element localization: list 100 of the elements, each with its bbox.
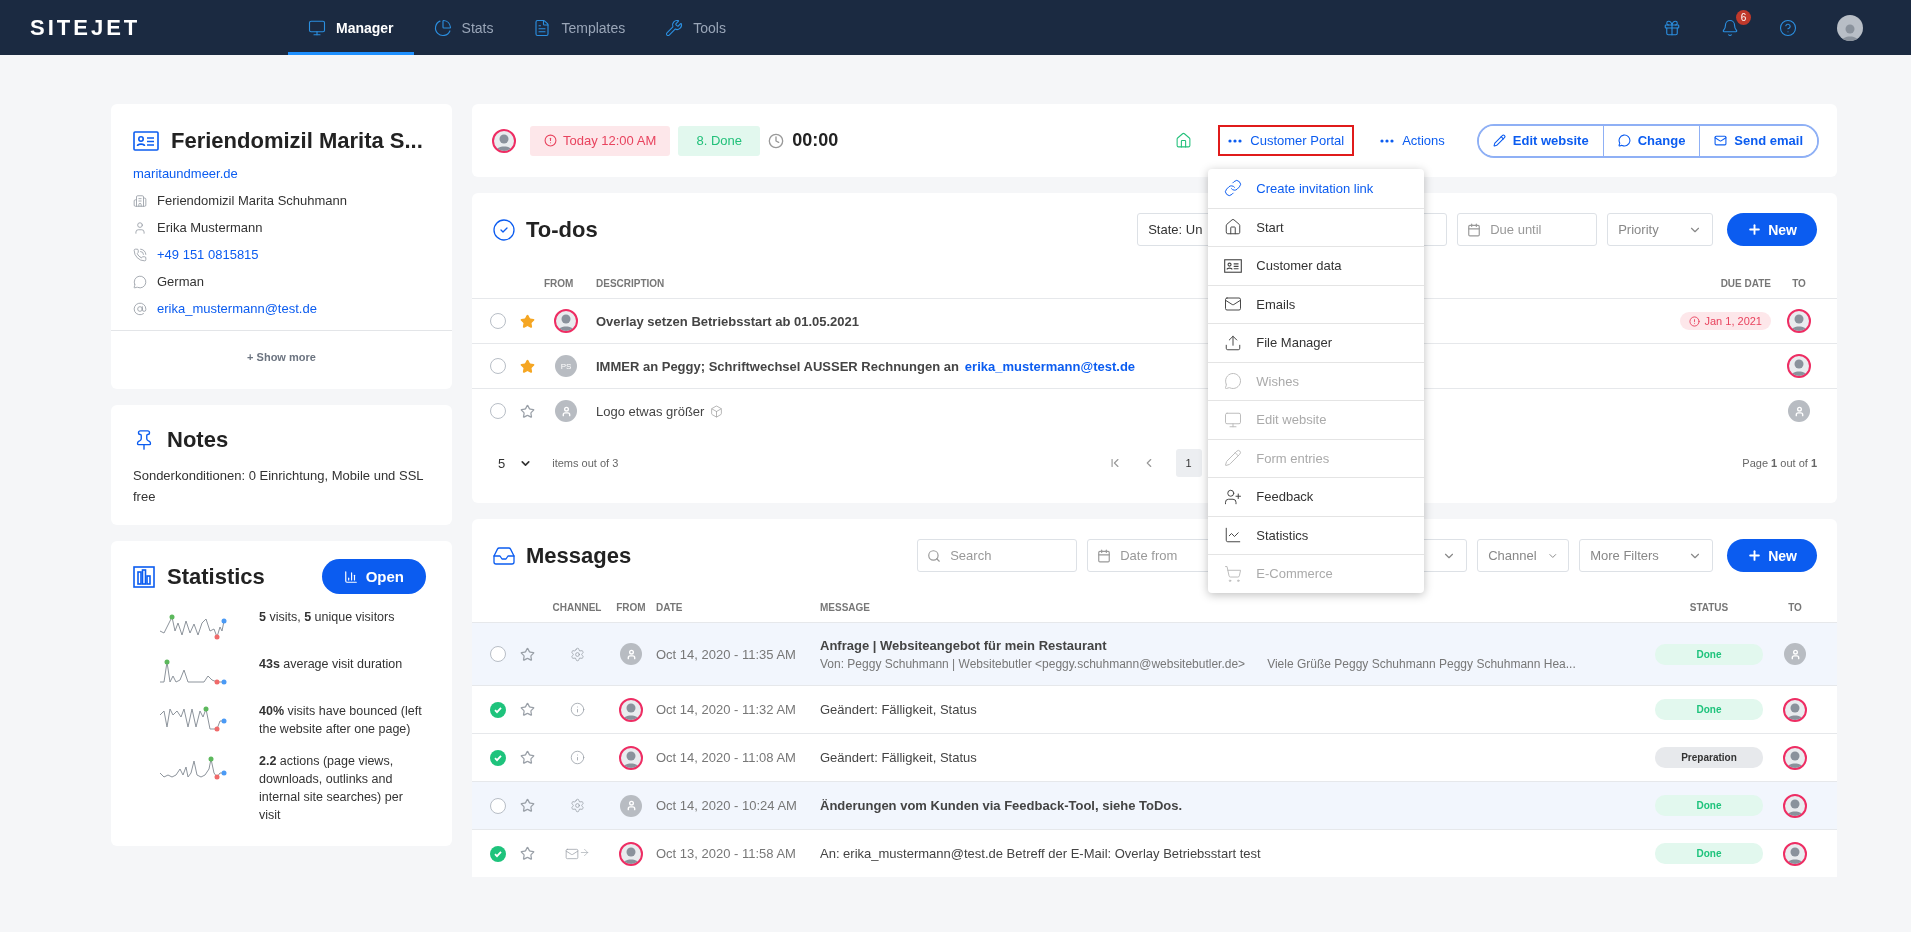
status-badge: Done bbox=[1655, 843, 1763, 864]
dots-icon bbox=[1380, 138, 1395, 143]
nav-tab[interactable]: Manager bbox=[288, 0, 414, 55]
message-subject: An: erika_mustermann@test.de Betreff der E-Mail: Overlay Betriebsstart test bbox=[820, 846, 1262, 861]
brand-logo[interactable]: SITEJET bbox=[30, 14, 288, 41]
new-message-button[interactable]: New bbox=[1727, 539, 1817, 572]
more-filters-select[interactable]: More Filters bbox=[1579, 539, 1714, 572]
page-size-select[interactable]: 5 bbox=[492, 454, 539, 472]
nav-tab[interactable]: Templates bbox=[513, 0, 646, 55]
column-header: TO bbox=[1792, 277, 1806, 289]
done-checkbox[interactable] bbox=[490, 313, 506, 329]
checkmark-icon bbox=[493, 704, 503, 715]
done-checkbox[interactable] bbox=[490, 749, 506, 766]
channel-select[interactable]: Channel bbox=[1477, 539, 1570, 572]
message-row[interactable]: Oct 14, 2020 - 10:24 AM Änderungen vom Kunden via Feedback-Tool, siehe ToDos. Done bbox=[472, 781, 1837, 829]
done-checkbox[interactable] bbox=[490, 403, 506, 419]
bar-chart-icon bbox=[133, 565, 155, 588]
id-card-icon bbox=[1224, 258, 1243, 273]
website-action-button[interactable]: Send email bbox=[1699, 125, 1817, 156]
user-avatar bbox=[492, 128, 516, 153]
star-icon[interactable] bbox=[520, 358, 535, 374]
column-header: FROM bbox=[616, 601, 646, 613]
notification-bell-icon[interactable] bbox=[1721, 18, 1739, 37]
todos-title: To-dos bbox=[526, 216, 598, 243]
link-icon bbox=[1224, 179, 1243, 198]
notes-title: Notes bbox=[167, 427, 229, 453]
email-link[interactable]: erika_mustermann@test.de bbox=[964, 358, 1136, 374]
due-until-field[interactable]: Due until bbox=[1457, 213, 1598, 246]
monitor-icon bbox=[1224, 410, 1243, 429]
message-subject: Geändert: Fälligkeit, Status bbox=[820, 702, 978, 717]
stage-pill: 8. Done bbox=[678, 125, 761, 156]
star-icon[interactable] bbox=[520, 846, 535, 861]
customer-name: Feriendomizil Marita S... bbox=[171, 128, 423, 154]
priority-select[interactable]: Priority bbox=[1607, 213, 1714, 246]
done-checkbox[interactable] bbox=[490, 358, 506, 374]
customer-portal-button[interactable]: Customer Portal bbox=[1218, 125, 1355, 156]
user-avatar bbox=[619, 745, 643, 770]
pencil-icon bbox=[1224, 449, 1243, 468]
message-date: Oct 14, 2020 - 10:24 AM bbox=[656, 798, 798, 813]
message-row[interactable]: Oct 13, 2020 - 11:58 AM An: erika_mustermann@test.de Betreff der E-Mail: Overlay Betriebsstart test Done bbox=[472, 829, 1837, 877]
bar-chart-icon bbox=[343, 569, 358, 584]
star-icon[interactable] bbox=[520, 750, 535, 765]
done-checkbox[interactable] bbox=[490, 701, 506, 718]
actions-button[interactable]: Actions bbox=[1370, 125, 1455, 156]
user-avatar[interactable] bbox=[1837, 14, 1863, 41]
column-header: DESCRIPTION bbox=[595, 277, 666, 289]
star-icon[interactable] bbox=[520, 646, 535, 662]
status-badge: Done bbox=[1655, 643, 1763, 665]
user-avatar bbox=[1783, 793, 1807, 818]
statistics-title: Statistics bbox=[167, 563, 265, 590]
column-header: DATE bbox=[656, 601, 683, 613]
home-icon[interactable] bbox=[1175, 132, 1193, 149]
message-sender: Von: Peggy Schuhmann | Websitebutler <peggy.schuhmann@websitebutler.de> bbox=[820, 656, 1246, 671]
star-icon[interactable] bbox=[520, 702, 535, 717]
user-placeholder-avatar bbox=[555, 400, 577, 422]
plus-icon bbox=[1747, 548, 1763, 563]
message-subject: Geändert: Fälligkeit, Status bbox=[820, 750, 978, 765]
cart-icon bbox=[1224, 564, 1243, 583]
calendar-icon bbox=[1467, 223, 1482, 237]
building-icon bbox=[133, 193, 147, 208]
search-field[interactable]: Search bbox=[917, 539, 1078, 572]
star-icon[interactable] bbox=[520, 403, 535, 419]
calendar-icon bbox=[1097, 549, 1112, 563]
star-icon[interactable] bbox=[520, 798, 535, 813]
user-placeholder-avatar bbox=[1784, 643, 1806, 665]
upload-icon bbox=[1224, 333, 1243, 352]
gear-icon bbox=[569, 646, 585, 662]
done-checkbox[interactable] bbox=[490, 797, 506, 814]
done-checkbox[interactable] bbox=[490, 845, 506, 862]
clock-icon bbox=[768, 132, 785, 149]
contact-link[interactable]: erika_mustermann@test.de bbox=[157, 295, 317, 322]
menu-item[interactable]: Create invitation link bbox=[1208, 169, 1425, 208]
website-link[interactable]: maritaundmeer.de bbox=[133, 160, 238, 187]
nav-tab[interactable]: Stats bbox=[413, 0, 514, 55]
contact-detail: Feriendomizil Marita Schuhmann bbox=[157, 192, 348, 210]
info-icon bbox=[569, 750, 585, 765]
checkmark-icon bbox=[493, 848, 503, 859]
page-button[interactable]: 1 bbox=[1175, 449, 1202, 477]
done-checkbox[interactable] bbox=[490, 646, 506, 662]
todo-description: Logo etwas größer bbox=[596, 403, 705, 419]
user-placeholder-avatar bbox=[620, 794, 642, 817]
todo-description: IMMER an Peggy; Schriftwechsel AUSSER Rechnungen an bbox=[596, 358, 959, 374]
open-button[interactable]: Open bbox=[321, 559, 426, 594]
help-icon[interactable] bbox=[1779, 18, 1797, 37]
column-header: TO bbox=[1788, 601, 1802, 613]
contact-link[interactable]: +49 151 0815815 bbox=[157, 241, 259, 268]
user-avatar bbox=[1783, 841, 1807, 866]
note-text: Sonderkonditionen: 0 Einrichtung, Mobile und SSL free bbox=[133, 467, 425, 506]
items-count: items out of 3 bbox=[552, 457, 619, 469]
tools-icon bbox=[665, 18, 684, 37]
user-avatar bbox=[1787, 309, 1811, 333]
statistic-text: 2.2 actions (page views, downloads, outlinks and internal site searches) per visit bbox=[259, 753, 404, 824]
show-more-link[interactable]: + Show more bbox=[111, 330, 452, 389]
message-row[interactable]: Oct 14, 2020 - 11:35 AM Anfrage | Websiteangebot für mein Restaurant Von: Peggy Schuhmann | Websitebutler <peggy.schuhmann@websitebutler.de> Viele Grüße Peggy Schuhmann Peggy Schuhmann Hea... Done bbox=[472, 622, 1837, 685]
nav-tab[interactable]: Tools bbox=[645, 0, 746, 55]
gift-icon[interactable] bbox=[1663, 18, 1681, 37]
notification-count: 6 bbox=[1736, 9, 1751, 25]
page-info: Page 1 out of 1 bbox=[1742, 457, 1817, 469]
star-icon[interactable] bbox=[520, 313, 535, 329]
new-todo-button[interactable]: New bbox=[1727, 213, 1817, 246]
